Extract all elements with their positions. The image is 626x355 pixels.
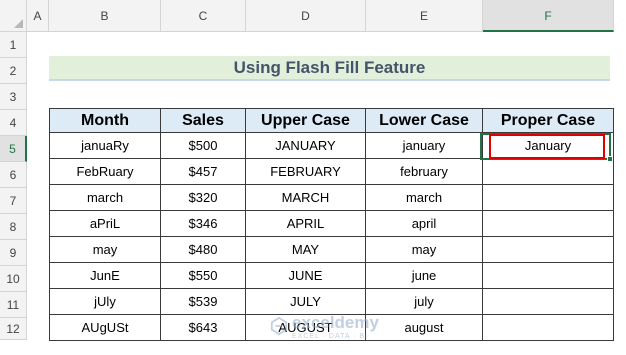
table-cell[interactable]: $457 <box>161 159 246 185</box>
table-cell[interactable]: august <box>366 315 483 341</box>
row-header-12[interactable]: 12 <box>0 318 27 340</box>
select-all-button[interactable] <box>0 0 27 32</box>
table-cell[interactable]: MARCH <box>246 185 366 211</box>
watermark-tagline: EXCEL · DATA · BI <box>292 332 368 340</box>
table-cell[interactable]: januaRy <box>49 133 161 159</box>
row-header-1[interactable]: 1 <box>0 32 27 58</box>
exceldemy-logo-icon <box>270 317 288 335</box>
table-cell[interactable]: JANUARY <box>246 133 366 159</box>
table-cell[interactable]: april <box>366 211 483 237</box>
column-header-e[interactable]: E <box>366 0 483 32</box>
row-header-10[interactable]: 10 <box>0 266 27 292</box>
spreadsheet: ABCDEF 1 2 3 4 5 6 7 8 9 10 11 12 Using Flash Fill … <box>0 0 626 355</box>
table-cell[interactable]: june <box>366 263 483 289</box>
row-header-6[interactable]: 6 <box>0 162 27 188</box>
table-cell[interactable]: JULY <box>246 289 366 315</box>
table-cell[interactable] <box>483 159 614 185</box>
table-cell[interactable]: may <box>366 237 483 263</box>
table-header-cell[interactable]: Upper Case <box>246 108 366 133</box>
table-cell[interactable]: march <box>366 185 483 211</box>
table-cell[interactable]: January <box>483 133 614 159</box>
row-header-2[interactable]: 2 <box>0 58 27 84</box>
table-header-cell[interactable]: Sales <box>161 108 246 133</box>
table-cell[interactable] <box>483 263 614 289</box>
table-cell[interactable]: JunE <box>49 263 161 289</box>
row-header-4[interactable]: 4 <box>0 110 27 136</box>
table-cell[interactable]: february <box>366 159 483 185</box>
table-cell[interactable]: july <box>366 289 483 315</box>
title-cell[interactable]: Using Flash Fill Feature <box>49 56 610 81</box>
table-cell[interactable] <box>483 289 614 315</box>
table-cell[interactable]: $550 <box>161 263 246 289</box>
table-cell[interactable] <box>483 185 614 211</box>
row-header-7[interactable]: 7 <box>0 188 27 214</box>
table-cell[interactable]: jUly <box>49 289 161 315</box>
table-cell[interactable]: APRIL <box>246 211 366 237</box>
column-header-f[interactable]: F <box>483 0 614 32</box>
table-cell[interactable]: $643 <box>161 315 246 341</box>
table-header-cell[interactable]: Month <box>49 108 161 133</box>
table-cell[interactable]: AUgUSt <box>49 315 161 341</box>
table-cell[interactable] <box>483 237 614 263</box>
watermark-name: exceldemy <box>292 312 379 332</box>
table-cell[interactable]: JUNE <box>246 263 366 289</box>
column-header-d[interactable]: D <box>246 0 366 32</box>
table-cell[interactable]: $539 <box>161 289 246 315</box>
table-cell[interactable]: $500 <box>161 133 246 159</box>
table-cell[interactable]: $480 <box>161 237 246 263</box>
table-header-cell[interactable]: Proper Case <box>483 108 614 133</box>
table-cell[interactable]: FebRuary <box>49 159 161 185</box>
column-header-c[interactable]: C <box>161 0 246 32</box>
table-cell[interactable]: FEBRUARY <box>246 159 366 185</box>
column-header-a[interactable]: A <box>27 0 49 32</box>
row-header-11[interactable]: 11 <box>0 292 27 318</box>
table-cell[interactable]: march <box>49 185 161 211</box>
table-cell[interactable]: MAY <box>246 237 366 263</box>
table-cell[interactable]: $346 <box>161 211 246 237</box>
table-cell[interactable]: january <box>366 133 483 159</box>
row-header-8[interactable]: 8 <box>0 214 27 240</box>
table-cell[interactable]: $320 <box>161 185 246 211</box>
watermark: exceldemy EXCEL · DATA · BI <box>270 312 379 340</box>
row-header-9[interactable]: 9 <box>0 240 27 266</box>
column-header-b[interactable]: B <box>49 0 161 32</box>
table-cell[interactable] <box>483 315 614 341</box>
row-header-3[interactable]: 3 <box>0 84 27 110</box>
fill-handle[interactable] <box>607 156 613 162</box>
table-header-cell[interactable]: Lower Case <box>366 108 483 133</box>
row-header-5[interactable]: 5 <box>0 136 27 162</box>
table-cell[interactable]: aPriL <box>49 211 161 237</box>
table-cell[interactable] <box>483 211 614 237</box>
table-cell[interactable]: may <box>49 237 161 263</box>
